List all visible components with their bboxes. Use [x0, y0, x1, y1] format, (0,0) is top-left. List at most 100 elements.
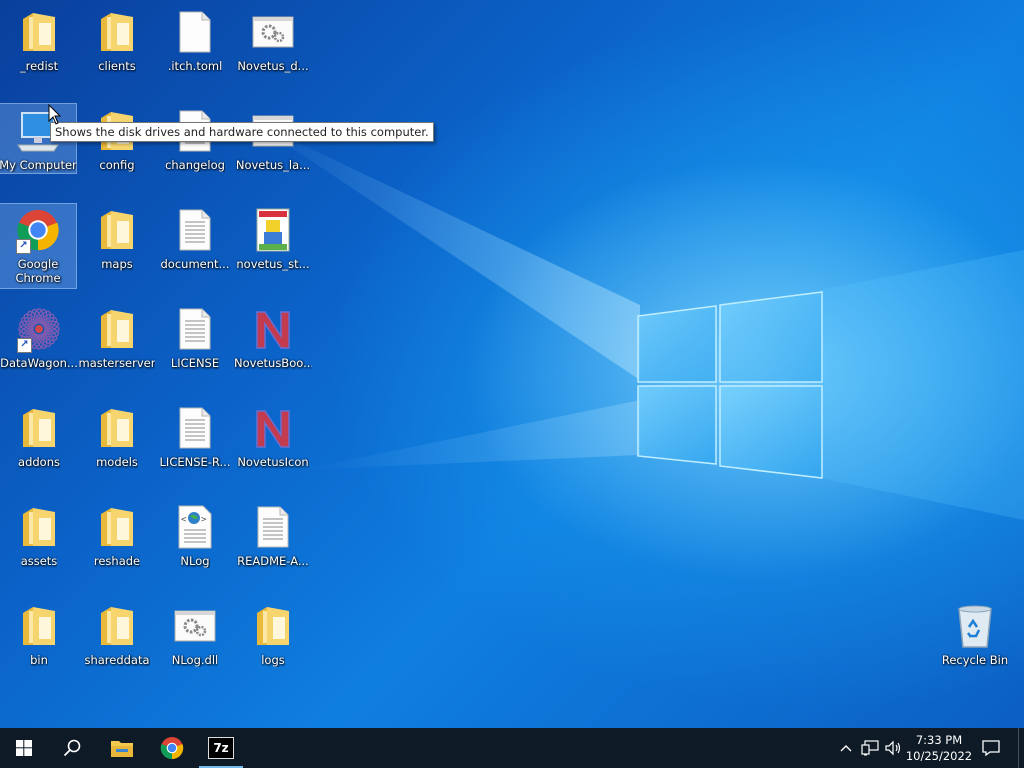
show-hidden-icons-button[interactable]	[834, 728, 858, 768]
desktop-icon-assets[interactable]: assets	[0, 503, 78, 568]
desktop-icon-label: README-A...	[237, 554, 309, 568]
desktop-icon-label: Novetus_la...	[235, 158, 311, 172]
network-icon	[861, 740, 879, 756]
desktop-icon-label: LICENSE-R...	[159, 455, 231, 469]
desktop-icon-license-r[interactable]: LICENSE-R...	[156, 404, 234, 469]
desktop-icon-label: LICENSE	[170, 356, 220, 370]
start-icon	[16, 740, 32, 756]
desktop-icon-nlog-dll[interactable]: NLog.dll	[156, 602, 234, 667]
chrome-icon: ↗	[14, 206, 62, 254]
text-file-icon	[249, 503, 297, 551]
desktop-icon-label: DataWagon...	[0, 356, 78, 370]
gear-file-icon	[171, 602, 219, 650]
folder-icon	[93, 404, 141, 452]
desktop-icon-label: document...	[160, 257, 230, 271]
desktop-icon-document[interactable]: document...	[156, 206, 234, 271]
folder-icon	[93, 503, 141, 551]
datawagon-icon: ↗	[15, 305, 63, 353]
shortcut-arrow-icon: ↗	[16, 239, 31, 254]
desktop-icon-shareddata[interactable]: shareddata	[78, 602, 156, 667]
desktop[interactable]: _redist clients .itch.toml Novetus_d... My C…	[0, 0, 1024, 728]
chrome-taskbar-button[interactable]	[148, 728, 196, 768]
desktop-icon-label: changelog	[165, 158, 225, 172]
folder-icon	[93, 8, 141, 56]
desktop-icon-masterserver[interactable]: masterserver	[78, 305, 156, 370]
desktop-icon-maps[interactable]: maps	[78, 206, 156, 271]
text-file-icon	[171, 404, 219, 452]
notification-icon	[982, 740, 1000, 757]
desktop-icon-bin[interactable]: bin	[0, 602, 78, 667]
windows-logo-wallpaper	[637, 291, 823, 479]
desktop-icon-novetus-d[interactable]: Novetus_d...	[234, 8, 312, 73]
folder-icon	[93, 206, 141, 254]
mouse-cursor-icon	[48, 104, 62, 125]
folder-icon	[93, 305, 141, 353]
desktop-icon-logs[interactable]: logs	[234, 602, 312, 667]
desktop-icon-label: masterserver	[78, 356, 156, 370]
desktop-icon-label: maps	[101, 257, 133, 271]
folder-icon	[15, 602, 63, 650]
desktop-icon-itch-toml[interactable]: .itch.toml	[156, 8, 234, 73]
desktop-icon-datawagon[interactable]: ↗ DataWagon...	[0, 305, 78, 370]
chrome-icon	[160, 737, 184, 760]
shortcut-arrow-icon: ↗	[17, 338, 32, 353]
search-icon	[63, 739, 81, 757]
desktop-icon-license[interactable]: LICENSE	[156, 305, 234, 370]
7zip-label: 7z	[213, 741, 229, 755]
file-icon	[171, 8, 219, 56]
desktop-icon-readme-a[interactable]: README-A...	[234, 503, 312, 568]
desktop-icon-addons[interactable]: addons	[0, 404, 78, 469]
folder-icon	[15, 8, 63, 56]
desktop-icon-novetusicon[interactable]: NovetusIcon	[234, 404, 312, 469]
clock-date: 10/25/2022	[905, 749, 973, 763]
notifications-button[interactable]	[968, 728, 1014, 768]
recycle-bin-icon[interactable]: Recycle Bin	[936, 602, 1014, 667]
desktop-icon-models[interactable]: models	[78, 404, 156, 469]
folder-icon	[15, 404, 63, 452]
desktop-icon-label: _redist	[19, 59, 59, 73]
start-button[interactable]	[0, 728, 48, 768]
7zip-icon: 7z	[208, 737, 234, 759]
svg-text:<: <	[181, 515, 187, 525]
search-button[interactable]	[48, 728, 96, 768]
folder-icon	[15, 503, 63, 551]
desktop-icon-label: .itch.toml	[167, 59, 223, 73]
file-explorer-button[interactable]	[98, 728, 146, 768]
desktop-icon-label: NLog	[180, 554, 210, 568]
folder-icon	[93, 602, 141, 650]
novetus-n-icon	[249, 404, 297, 452]
desktop-icon-label: logs	[261, 653, 285, 667]
desktop-icon-redist[interactable]: _redist	[0, 8, 78, 73]
clock-time: 7:33 PM	[915, 733, 963, 747]
desktop-icon-label: My Computer	[0, 158, 77, 172]
text-file-icon	[171, 206, 219, 254]
7zip-taskbar-button[interactable]: 7z	[197, 728, 245, 768]
text-file-icon	[171, 305, 219, 353]
desktop-icon-label: Novetus_d...	[237, 59, 309, 73]
desktop-icon-google-chrome[interactable]: ↗ Google Chrome	[0, 203, 77, 289]
recycle-bin-label: Recycle Bin	[941, 653, 1009, 667]
desktop-icon-label: clients	[98, 59, 136, 73]
desktop-icon-label: shareddata	[84, 653, 150, 667]
folder-icon	[249, 602, 297, 650]
desktop-icon-label: models	[96, 455, 138, 469]
show-desktop-button[interactable]	[1018, 728, 1024, 768]
speaker-icon	[885, 740, 901, 756]
desktop-icon-novetusboo[interactable]: NovetusBoo...	[234, 305, 312, 370]
network-tray-button[interactable]	[858, 728, 882, 768]
recycle-bin-icon-image	[951, 602, 999, 650]
desktop-icon-novetus-st[interactable]: novetus_st...	[234, 206, 312, 271]
desktop-icon-label: config	[99, 158, 135, 172]
desktop-icon-label: novetus_st...	[236, 257, 310, 271]
clock[interactable]: 7:33 PM 10/25/2022	[902, 732, 976, 764]
novetus-image-icon	[249, 206, 297, 254]
desktop-icon-label: NLog.dll	[171, 653, 219, 667]
desktop-icon-label: NovetusBoo...	[234, 356, 312, 370]
desktop-icon-reshade[interactable]: reshade	[78, 503, 156, 568]
desktop-icon-label: addons	[18, 455, 60, 469]
desktop-icon-label: reshade	[93, 554, 141, 568]
desktop-icon-nlog[interactable]: < > NLog	[156, 503, 234, 568]
desktop-icon-label: assets	[20, 554, 58, 568]
tooltip: Shows the disk drives and hardware conne…	[50, 122, 434, 142]
desktop-icon-clients[interactable]: clients	[78, 8, 156, 73]
